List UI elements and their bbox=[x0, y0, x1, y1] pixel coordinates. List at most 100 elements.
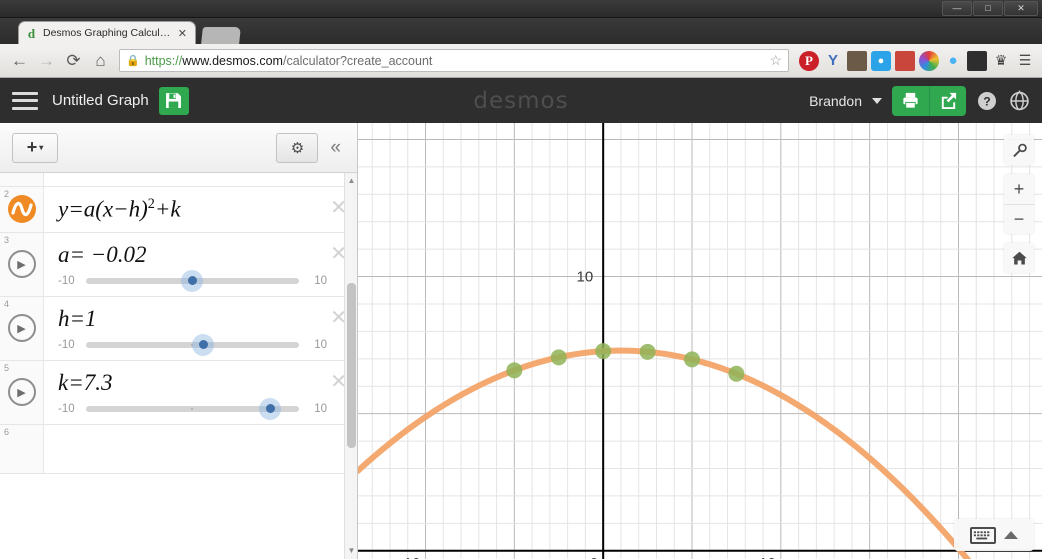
row-body[interactable]: y=a(x−h)2+k ✕ bbox=[44, 187, 357, 232]
row-body[interactable]: k=7.3 ✕ -10 10 bbox=[44, 361, 357, 424]
slider-row: -10 10 bbox=[58, 269, 327, 292]
keyboard-bar bbox=[954, 519, 1034, 551]
collapse-panel-icon[interactable]: « bbox=[330, 137, 345, 159]
keyboard-expand-icon[interactable] bbox=[1004, 531, 1018, 539]
expression-row-2[interactable]: 2 y=a(x−h)2+k ✕ bbox=[0, 187, 357, 233]
chrome-menu-icon[interactable]: ☰ bbox=[1015, 51, 1035, 71]
graph-title[interactable]: Untitled Graph bbox=[52, 92, 149, 109]
yandex-extension-icon[interactable]: Y bbox=[823, 51, 843, 71]
zoom-button-group: + − bbox=[1004, 174, 1034, 234]
scrollbar-thumb[interactable] bbox=[347, 283, 356, 448]
graph-canvas[interactable]: -10 0 10 10 + − bbox=[358, 123, 1042, 559]
expression-text: a= −0.02 bbox=[58, 241, 147, 267]
slider-row: -10 10 bbox=[58, 397, 327, 420]
extension-toolbar: P Y ● ● ♛ ☰ bbox=[795, 50, 1035, 71]
print-button[interactable] bbox=[892, 86, 929, 116]
play-icon[interactable]: ▶ bbox=[7, 250, 36, 279]
slider-max-label: 10 bbox=[314, 402, 327, 415]
scroll-down-icon[interactable]: ▼ bbox=[347, 546, 356, 556]
panel-scrollbar[interactable]: ▲ ▼ bbox=[344, 173, 357, 559]
graph-svg[interactable]: -10 0 10 10 bbox=[358, 123, 1042, 559]
bookmark-star-icon[interactable]: ☆ bbox=[769, 52, 782, 69]
slider-tick bbox=[191, 407, 194, 410]
row-body[interactable] bbox=[44, 173, 357, 186]
slider-track[interactable] bbox=[86, 333, 299, 356]
row-number: 2 bbox=[4, 189, 10, 199]
scroll-up-icon[interactable]: ▲ bbox=[347, 176, 356, 186]
browser-window: — □ ✕ d Desmos Graphing Calculator ✕ ← →… bbox=[0, 0, 1042, 559]
svg-text:-10: -10 bbox=[399, 555, 421, 559]
expression-text: h=1 bbox=[58, 305, 97, 331]
chevron-down-icon[interactable] bbox=[872, 97, 882, 104]
main-menu-icon[interactable] bbox=[12, 91, 38, 110]
row-number: 4 bbox=[4, 298, 10, 309]
svg-text:10: 10 bbox=[576, 269, 593, 286]
exponent: 2 bbox=[147, 196, 155, 212]
browser-tab[interactable]: d Desmos Graphing Calculator ✕ bbox=[18, 21, 196, 44]
play-icon[interactable]: ▶ bbox=[7, 378, 36, 407]
row-body-empty[interactable] bbox=[44, 425, 357, 473]
row-body[interactable]: h=1 ✕ -10 10 bbox=[44, 297, 357, 360]
window-controls: — □ ✕ bbox=[942, 1, 1038, 16]
close-button[interactable]: ✕ bbox=[1004, 1, 1038, 16]
curve-icon[interactable] bbox=[7, 195, 36, 224]
desmos-favicon-icon: d bbox=[27, 25, 36, 41]
lock-icon: 🔒 bbox=[126, 55, 140, 67]
back-icon[interactable]: ← bbox=[7, 48, 32, 73]
zoom-out-button[interactable]: − bbox=[1004, 204, 1034, 234]
twitter2-extension-icon[interactable]: ● bbox=[943, 51, 963, 71]
film-extension-icon[interactable] bbox=[967, 50, 987, 71]
desmos-header: Untitled Graph desmos Brandon ? bbox=[0, 78, 1042, 123]
slider-thumb[interactable] bbox=[181, 269, 204, 292]
play-icon[interactable]: ▶ bbox=[7, 314, 36, 343]
minimize-button[interactable]: — bbox=[942, 1, 972, 16]
address-bar[interactable]: 🔒 https://www.desmos.com/calculator?crea… bbox=[119, 49, 789, 72]
slider-track[interactable] bbox=[86, 269, 299, 292]
row-gutter: 3 ▶ bbox=[0, 232, 44, 296]
slider-min-label: -10 bbox=[58, 274, 75, 287]
home-icon[interactable]: ⌂ bbox=[88, 48, 113, 73]
svg-text:0: 0 bbox=[590, 555, 598, 559]
reload-icon[interactable]: ⟳ bbox=[61, 48, 86, 73]
slider-track[interactable] bbox=[86, 397, 299, 420]
expression-row-partial[interactable] bbox=[0, 173, 357, 187]
tab-title: Desmos Graphing Calculator bbox=[43, 27, 171, 39]
tab-close-icon[interactable]: ✕ bbox=[176, 27, 189, 40]
add-expression-button[interactable]: + ▾ bbox=[12, 132, 58, 163]
chevron-down-icon: ▾ bbox=[39, 143, 44, 152]
user-name[interactable]: Brandon bbox=[809, 93, 862, 109]
forward-icon[interactable]: → bbox=[34, 48, 59, 73]
svg-text:10: 10 bbox=[759, 555, 776, 559]
tab-strip: d Desmos Graphing Calculator ✕ bbox=[0, 18, 1042, 44]
add-plus-icon: + bbox=[26, 137, 38, 157]
camera-extension-icon[interactable] bbox=[847, 50, 867, 71]
zoom-in-button[interactable]: + bbox=[1004, 174, 1034, 204]
gear-icon[interactable]: ⚙ bbox=[276, 132, 319, 163]
slider-max-label: 10 bbox=[314, 338, 327, 351]
row-body[interactable]: a= −0.02 ✕ -10 10 bbox=[44, 233, 357, 296]
expression-row-6[interactable]: 6 bbox=[0, 424, 357, 474]
share-button[interactable] bbox=[929, 85, 966, 116]
colorwheel-extension-icon[interactable] bbox=[919, 50, 939, 71]
browser-navbar: ← → ⟳ ⌂ 🔒 https://www.desmos.com/calcula… bbox=[0, 44, 1042, 78]
new-tab-button[interactable] bbox=[201, 27, 241, 44]
maximize-button[interactable]: □ bbox=[973, 1, 1003, 16]
url-host: www.desmos.com bbox=[182, 53, 283, 68]
book-extension-icon[interactable] bbox=[895, 50, 915, 71]
pinterest-extension-icon[interactable]: P bbox=[799, 50, 819, 71]
help-icon[interactable]: ? bbox=[976, 90, 998, 112]
expression-row-3[interactable]: 3 ▶ a= −0.02 ✕ -10 10 bbox=[0, 232, 357, 297]
save-button[interactable] bbox=[158, 86, 189, 115]
crown-extension-icon[interactable]: ♛ bbox=[991, 51, 1011, 71]
slider-thumb[interactable] bbox=[192, 333, 215, 356]
expression-row-5[interactable]: 5 ▶ k=7.3 ✕ -10 10 bbox=[0, 360, 357, 425]
twitter-extension-icon[interactable]: ● bbox=[871, 50, 891, 71]
home-icon[interactable] bbox=[1004, 243, 1034, 273]
slider-thumb[interactable] bbox=[259, 397, 282, 420]
row-gutter bbox=[0, 173, 44, 186]
wrench-icon[interactable] bbox=[1004, 135, 1034, 165]
keyboard-icon[interactable] bbox=[970, 526, 996, 544]
header-right-group: Brandon ? bbox=[809, 85, 1030, 116]
language-globe-icon[interactable] bbox=[1008, 90, 1030, 112]
expression-row-4[interactable]: 4 ▶ h=1 ✕ -10 10 bbox=[0, 296, 357, 361]
